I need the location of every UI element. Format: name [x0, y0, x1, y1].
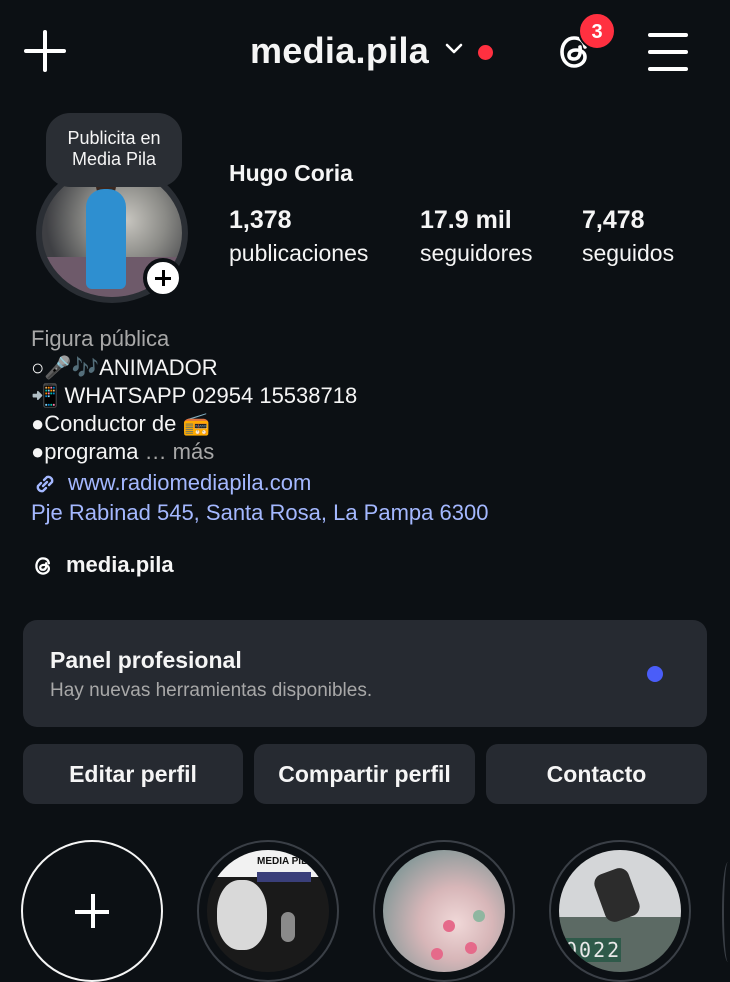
- panel-title: Panel profesional: [50, 647, 242, 673]
- highlight-cover-text: MEDIA PIL: [257, 856, 308, 867]
- threads-icon[interactable]: [31, 553, 57, 579]
- profile-category: Figura pública: [31, 326, 170, 351]
- highlight-cover: 0022: [559, 850, 681, 972]
- following-count[interactable]: 7,478: [582, 206, 645, 235]
- followers-count[interactable]: 17.9 mil: [420, 206, 512, 235]
- chevron-down-icon[interactable]: [443, 38, 465, 60]
- hamburger-menu-icon[interactable]: [648, 33, 688, 71]
- profile-note-bubble[interactable]: Publicita en Media Pila: [46, 113, 182, 187]
- bio-more-link[interactable]: … más: [138, 439, 215, 464]
- add-story-plus-icon[interactable]: [143, 258, 183, 298]
- following-label[interactable]: seguidos: [582, 240, 674, 267]
- share-profile-button[interactable]: Compartir perfil: [254, 744, 475, 804]
- highlight-cover: MEDIA PIL: [207, 850, 329, 972]
- website-link[interactable]: www.radiomediapila.com: [68, 469, 311, 497]
- edit-profile-button[interactable]: Editar perfil: [23, 744, 243, 804]
- contact-button[interactable]: Contacto: [486, 744, 707, 804]
- display-name: Hugo Coria: [229, 160, 353, 186]
- story-highlight[interactable]: [373, 840, 515, 982]
- bio-line-4-text: ●programa: [31, 439, 139, 464]
- panel-subtitle: Hay nuevas herramientas disponibles.: [50, 680, 373, 701]
- highlight-cover: [383, 850, 505, 972]
- address-link[interactable]: Pje Rabinad 545, Santa Rosa, La Pampa 63…: [31, 499, 488, 527]
- new-tools-dot: [647, 666, 663, 682]
- account-username-title[interactable]: media.pila: [250, 30, 429, 72]
- posts-label[interactable]: publicaciones: [229, 240, 368, 267]
- new-highlight-plus-icon[interactable]: [21, 840, 163, 982]
- bio-line-2: 📲 WHATSAPP 02954 15538718: [31, 383, 358, 408]
- followers-label[interactable]: seguidores: [420, 240, 533, 267]
- story-highlight[interactable]: 0022: [549, 840, 691, 982]
- highlight-score-text: 0022: [565, 938, 622, 962]
- story-highlight[interactable]: MEDIA PIL: [197, 840, 339, 982]
- new-post-plus-icon[interactable]: [24, 30, 66, 72]
- threads-profile-link[interactable]: media.pila: [66, 552, 174, 578]
- story-highlight-partial[interactable]: [722, 862, 730, 962]
- bio-line-4: ●programa … más: [31, 438, 214, 466]
- bio-line-1: ○🎤🎶ANIMADOR: [31, 355, 218, 380]
- account-notification-dot: [478, 45, 493, 60]
- bio-line-3: ●Conductor de 📻: [31, 411, 210, 436]
- posts-count[interactable]: 1,378: [229, 206, 292, 235]
- link-icon: [36, 475, 54, 493]
- threads-notification-badge: 3: [578, 12, 616, 50]
- professional-dashboard-panel[interactable]: Panel profesional Hay nuevas herramienta…: [23, 620, 707, 727]
